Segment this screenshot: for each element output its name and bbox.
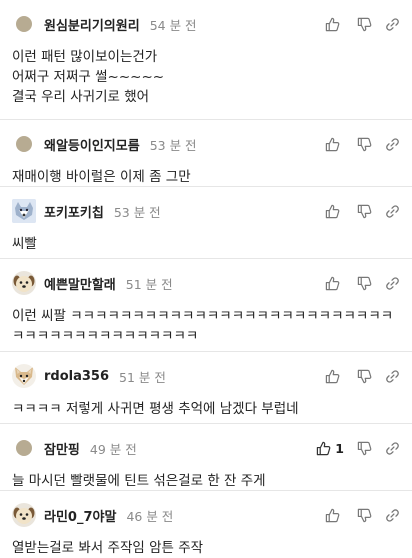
comment-actions [312, 270, 400, 296]
share-link-button[interactable] [385, 441, 400, 456]
comment-header: rdola356 51 분 전 [12, 363, 400, 389]
dislike-button[interactable] [357, 441, 372, 456]
comment-text: 이런 패턴 많이보이는건가 어쩌구 저쩌구 썰~~~~~ 결국 우리 사귀기로 … [12, 49, 165, 105]
dog-icon [13, 507, 35, 524]
thumb-down-icon [357, 276, 372, 290]
like-button[interactable] [325, 137, 344, 152]
comment-item: rdola356 51 분 전 ㅋㅋㅋㅋ 저렇게 사귀면 평생 추억에 남겠다 … [0, 352, 412, 424]
comment-header: 왜알등이인지모름 53 분 전 [12, 131, 400, 157]
share-link-button[interactable] [385, 369, 400, 384]
thumb-up-icon [325, 17, 340, 31]
comment-item: 예쁜말만할래 51 분 전 이런 씨팔 ㅋㅋㅋㅋㅋㅋㅋㅋㅋㅋㅋㅋㅋㅋㅋㅋㅋㅋㅋㅋ… [0, 259, 412, 352]
thumb-up-icon [325, 204, 340, 218]
comment-time: 46 분 전 [126, 508, 174, 524]
comment-item: 원심분리기의원리 54 분 전 이런 패턴 많이보이는건가 어쩌구 저쩌구 썰~… [0, 0, 412, 120]
comment-list: 원심분리기의원리 54 분 전 이런 패턴 많이보이는건가 어쩌구 저쩌구 썰~… [0, 0, 412, 556]
like-button[interactable] [325, 17, 344, 32]
thumb-down-icon [357, 508, 372, 522]
dislike-button[interactable] [357, 276, 372, 291]
comment-text: 이런 씨팔 ㅋㅋㅋㅋㅋㅋㅋㅋㅋㅋㅋㅋㅋㅋㅋㅋㅋㅋㅋㅋㅋㅋㅋㅋㅋㅋㅋㅋㅋㅋㅋㅋㅋㅋ… [12, 308, 394, 344]
dislike-button[interactable] [357, 17, 372, 32]
comment-actions [312, 131, 400, 157]
dog-avatar[interactable] [12, 271, 36, 295]
avatar[interactable] [12, 12, 36, 36]
comment-time: 53 분 전 [149, 137, 197, 153]
comment-time: 49 분 전 [89, 441, 137, 457]
comment-header: 원심분리기의원리 54 분 전 [12, 11, 400, 37]
comment-time: 54 분 전 [149, 17, 197, 33]
comment-nickname[interactable]: 예쁜말만할래 [44, 274, 116, 293]
share-link-button[interactable] [385, 17, 400, 32]
share-link-button[interactable] [385, 137, 400, 152]
comment-header: 포키포키칩 53 분 전 [12, 198, 400, 224]
thumb-down-icon [357, 441, 372, 455]
wolf-icon [12, 199, 36, 223]
thumb-up-icon [325, 276, 340, 290]
comment-header: 잠만핑 49 분 전 1 [12, 435, 400, 461]
comment-nickname[interactable]: 라민0_7야말 [44, 506, 116, 525]
share-link-button[interactable] [385, 204, 400, 219]
thumb-down-icon [357, 369, 372, 383]
link-icon [386, 441, 399, 455]
thumb-up-icon [325, 137, 340, 151]
thumb-up-icon [325, 508, 340, 522]
link-icon [386, 17, 399, 31]
thumb-up-icon [325, 369, 340, 383]
avatar[interactable] [12, 132, 36, 156]
comment-text: 열받는걸로 봐서 주작임 암튼 주작 [12, 540, 204, 556]
comment-nickname[interactable]: 포키포키칩 [44, 202, 104, 221]
comment-item: 포키포키칩 53 분 전 씨빨 [0, 187, 412, 259]
comment-actions [312, 198, 400, 224]
dog-avatar[interactable] [12, 503, 36, 527]
comment-nickname[interactable]: rdola356 [44, 369, 109, 384]
comment-actions: 1 [303, 435, 400, 461]
share-link-button[interactable] [385, 276, 400, 291]
like-button[interactable] [325, 204, 344, 219]
comment-item: 잠만핑 49 분 전 1 늘 마시던 빨랫물에 틴트 섞은걸로 한 잔 주게 [0, 424, 412, 491]
link-icon [386, 276, 399, 290]
like-button[interactable] [325, 369, 344, 384]
wolf-avatar[interactable] [12, 199, 36, 223]
link-icon [386, 137, 399, 151]
comment-actions [312, 363, 400, 389]
comment-time: 53 분 전 [113, 204, 161, 220]
like-button[interactable] [325, 508, 344, 523]
thumb-up-icon [317, 441, 331, 455]
thumb-down-icon [357, 17, 372, 31]
comment-item: 왜알등이인지모름 53 분 전 재매이행 바이럴은 이제 좀 그만 [0, 120, 412, 187]
avatar[interactable] [12, 436, 36, 460]
dislike-button[interactable] [357, 137, 372, 152]
dislike-button[interactable] [357, 369, 372, 384]
comment-actions [312, 11, 400, 37]
dislike-button[interactable] [357, 204, 372, 219]
link-icon [386, 508, 399, 522]
fox-icon [15, 367, 33, 385]
comment-time: 51 분 전 [125, 276, 173, 292]
share-link-button[interactable] [385, 508, 400, 523]
comment-header: 라민0_7야말 46 분 전 [12, 502, 400, 528]
like-button[interactable] [325, 276, 344, 291]
like-button[interactable]: 1 [316, 441, 344, 456]
comment-nickname[interactable]: 원심분리기의원리 [44, 15, 140, 34]
link-icon [386, 369, 399, 383]
comment-nickname[interactable]: 왜알등이인지모름 [44, 135, 140, 154]
dislike-button[interactable] [357, 508, 372, 523]
like-count: 1 [335, 440, 344, 456]
comment-header: 예쁜말만할래 51 분 전 [12, 270, 400, 296]
link-icon [386, 204, 399, 218]
thumb-down-icon [357, 137, 372, 151]
comment-time: 51 분 전 [119, 369, 166, 385]
comment-nickname[interactable]: 잠만핑 [44, 439, 80, 458]
dog-icon [13, 275, 35, 292]
comment-item: 라민0_7야말 46 분 전 열받는걸로 봐서 주작임 암튼 주작 [0, 491, 412, 556]
comment-actions [312, 502, 400, 528]
fox-avatar[interactable] [12, 364, 36, 388]
thumb-down-icon [357, 204, 372, 218]
